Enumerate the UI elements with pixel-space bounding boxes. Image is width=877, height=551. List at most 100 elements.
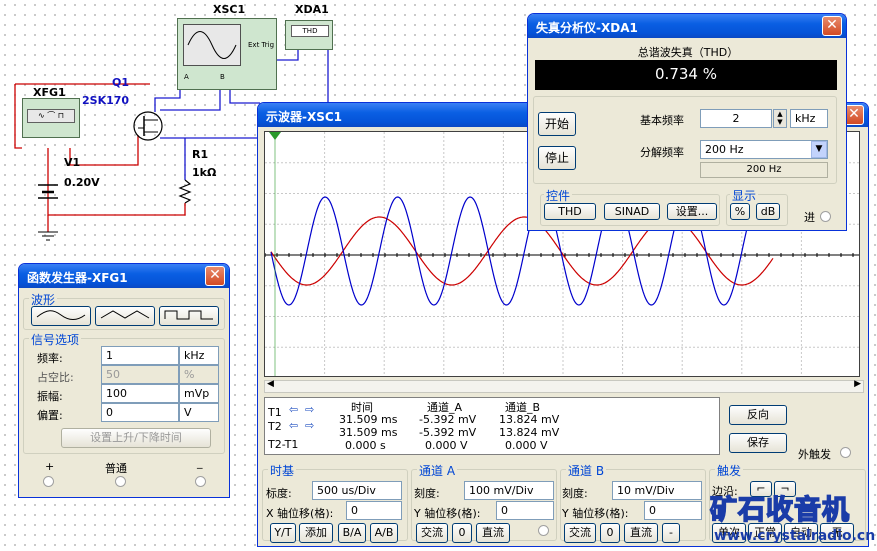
xda1-instrument-icon[interactable]: THD bbox=[285, 20, 333, 50]
yt-mode-button[interactable]: Y/T bbox=[270, 523, 296, 543]
sine-preview-icon bbox=[187, 31, 237, 59]
delta-channel-b: 0.000 V bbox=[505, 439, 548, 452]
channel-b-ac-button[interactable]: 交流 bbox=[564, 523, 596, 543]
square-wave-button[interactable] bbox=[159, 306, 219, 326]
add-mode-button[interactable]: 添加 bbox=[299, 523, 333, 543]
sinad-mode-button[interactable]: SINAD bbox=[604, 203, 660, 220]
triangle-wave-icon bbox=[100, 310, 150, 319]
square-wave-icon bbox=[164, 310, 213, 320]
thd-mode-button[interactable]: THD bbox=[544, 203, 596, 220]
sine-wave-icon bbox=[36, 310, 86, 320]
cursor-readout-panel: T1 T2 T2-T1 ⇦ ⇨ ⇦ ⇨ 时间 通道_A 通道_B 31.509 … bbox=[264, 397, 720, 455]
xsc1-instrument-icon[interactable]: Ext Trig A B bbox=[177, 18, 277, 90]
ext-trigger-label: 外触发 bbox=[798, 448, 831, 461]
frequency-spinner-icon[interactable]: ▲ ▼ bbox=[773, 109, 787, 128]
timebase-scale-label: 标度: bbox=[266, 487, 292, 500]
frequency-unit-select[interactable]: kHz bbox=[179, 346, 219, 365]
t1-label: T1 bbox=[268, 406, 282, 419]
resolution-frequency-label: 分解频率 bbox=[640, 146, 684, 159]
channel-a-ac-button[interactable]: 交流 bbox=[416, 523, 448, 543]
signal-options-title: 信号选项 bbox=[29, 331, 82, 348]
thd-reading-display: 0.734 % bbox=[535, 60, 837, 90]
channel-b-y-position-label: Y 轴位移(格): bbox=[562, 507, 629, 520]
distortion-analyzer-window: 失真分析仪-XDA1 ✕ 总谐波失真（THD） 0.734 % 开始 停止 基本… bbox=[527, 13, 847, 231]
percent-display-button[interactable]: % bbox=[730, 203, 750, 220]
ba-mode-button[interactable]: B/A bbox=[338, 523, 366, 543]
t2-channel-a: -5.392 mV bbox=[419, 426, 477, 439]
t2-left-arrow-icon[interactable]: ⇦ bbox=[289, 419, 298, 432]
scroll-right-icon[interactable]: ▶ bbox=[854, 379, 861, 389]
timebase-scale-field[interactable]: 500 us/Div bbox=[312, 481, 402, 500]
channel-a-title: 通道 A bbox=[417, 462, 458, 479]
triangle-wave-button[interactable] bbox=[95, 306, 155, 326]
stop-button[interactable]: 停止 bbox=[538, 146, 576, 170]
distortion-analyzer-titlebar[interactable]: 失真分析仪-XDA1 ✕ bbox=[528, 14, 846, 38]
offset-unit-select[interactable]: V bbox=[179, 403, 219, 422]
t1-left-arrow-icon[interactable]: ⇦ bbox=[289, 403, 298, 416]
channel-a-scale-field[interactable]: 100 mV/Div bbox=[464, 481, 554, 500]
q1-label: Q1 bbox=[112, 76, 130, 89]
function-generator-title: 函数发生器-XFG1 bbox=[27, 271, 128, 285]
distortion-analyzer-title: 失真分析仪-XDA1 bbox=[536, 21, 638, 35]
watermark-title: 矿石收音机 bbox=[709, 494, 850, 527]
sine-wave-button[interactable] bbox=[31, 306, 91, 326]
x-position-label: X 轴位移(格): bbox=[266, 507, 334, 520]
offset-field[interactable]: 0 bbox=[101, 403, 179, 422]
display-title: 显示 bbox=[730, 187, 759, 204]
amplitude-label: 振幅: bbox=[37, 390, 63, 403]
channel-b-y-position-field[interactable]: 0 bbox=[644, 501, 702, 520]
input-terminal[interactable] bbox=[820, 211, 831, 222]
fundamental-frequency-unit[interactable]: kHz bbox=[790, 109, 828, 128]
channel-a-dc-button[interactable]: 直流 bbox=[476, 523, 510, 543]
t1-channel-a: -5.392 mV bbox=[419, 413, 477, 426]
watermark: 矿石收音机 www.crystalradio.cn bbox=[709, 480, 875, 548]
xfg1-instrument-icon[interactable]: ∿ ⌒ ⊓ bbox=[22, 98, 80, 138]
t2-channel-b: 13.824 mV bbox=[499, 426, 560, 439]
ext-trigger-terminal[interactable] bbox=[840, 447, 851, 458]
chevron-down-icon[interactable]: ▼ bbox=[811, 141, 827, 158]
t2-label: T2 bbox=[268, 420, 282, 433]
offset-label: 偏置: bbox=[37, 409, 63, 422]
channel-b-dc-button[interactable]: 直流 bbox=[624, 523, 658, 543]
time-scrollbar[interactable]: ◀ ▶ bbox=[264, 379, 864, 393]
amplitude-unit-select[interactable]: mVp bbox=[179, 384, 219, 403]
t1-right-arrow-icon[interactable]: ⇨ bbox=[305, 403, 314, 416]
channel-a-terminal[interactable] bbox=[538, 525, 549, 536]
minus-terminal-radio[interactable] bbox=[195, 476, 206, 487]
controls-title: 控件 bbox=[544, 187, 573, 204]
q1-part-label: 2SK170 bbox=[82, 94, 130, 107]
channel-b-scale-field[interactable]: 10 mV/Div bbox=[612, 481, 702, 500]
start-button[interactable]: 开始 bbox=[538, 112, 576, 136]
close-icon[interactable]: ✕ bbox=[205, 266, 225, 286]
set-rise-fall-time-button: 设置上升/下降时间 bbox=[61, 428, 211, 448]
frequency-field[interactable]: 1 bbox=[101, 346, 179, 365]
channel-b-zero-button[interactable]: 0 bbox=[600, 523, 620, 543]
fundamental-frequency-field[interactable]: 2 bbox=[700, 109, 772, 128]
function-generator-titlebar[interactable]: 函数发生器-XFG1 ✕ bbox=[19, 264, 229, 288]
t2-right-arrow-icon[interactable]: ⇨ bbox=[305, 419, 314, 432]
xsc1-label: XSC1 bbox=[213, 3, 246, 16]
channel-a-y-position-field[interactable]: 0 bbox=[496, 501, 554, 520]
channel-a-zero-button[interactable]: 0 bbox=[452, 523, 472, 543]
db-display-button[interactable]: dB bbox=[756, 203, 780, 220]
settings-button[interactable]: 设置... bbox=[667, 203, 717, 220]
r1-label: R1 bbox=[192, 148, 209, 161]
save-button[interactable]: 保存 bbox=[729, 433, 787, 453]
resolution-frequency-select[interactable]: 200 Hz bbox=[700, 140, 828, 159]
close-icon[interactable]: ✕ bbox=[844, 105, 864, 125]
duty-cycle-unit: % bbox=[179, 365, 219, 384]
close-icon[interactable]: ✕ bbox=[822, 16, 842, 36]
ab-mode-button[interactable]: A/B bbox=[370, 523, 398, 543]
common-terminal-radio[interactable] bbox=[115, 476, 126, 487]
ext-trig-label: Ext Trig bbox=[248, 41, 275, 49]
amplitude-field[interactable]: 100 bbox=[101, 384, 179, 403]
reverse-button[interactable]: 反向 bbox=[729, 405, 787, 425]
t2-time: 31.509 ms bbox=[339, 426, 398, 439]
xfg1-label: XFG1 bbox=[33, 86, 66, 99]
channel-b-invert-button[interactable]: - bbox=[662, 523, 680, 543]
scroll-left-icon[interactable]: ◀ bbox=[267, 379, 274, 389]
plus-terminal-radio[interactable] bbox=[43, 476, 54, 487]
x-position-field[interactable]: 0 bbox=[346, 501, 402, 520]
function-generator-window: 函数发生器-XFG1 ✕ 波形 信号选项 频率: 1 kHz 占空比: 50 %… bbox=[18, 263, 230, 498]
channel-b-scale-label: 刻度: bbox=[562, 487, 588, 500]
